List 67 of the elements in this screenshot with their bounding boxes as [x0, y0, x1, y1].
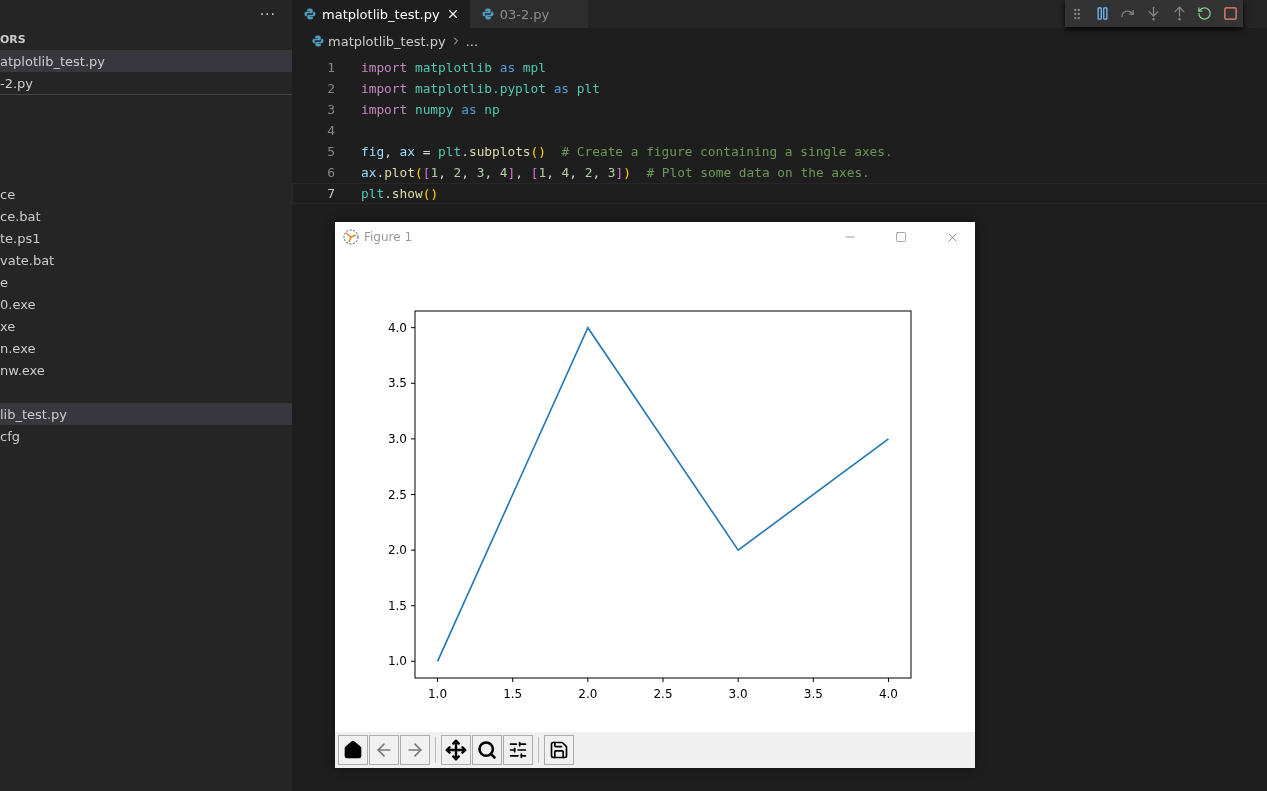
code-line: import matplotlib as mpl: [361, 60, 546, 75]
tick-label: 1.0: [428, 687, 448, 701]
file-item[interactable]: vate.bat: [0, 249, 292, 271]
python-file-icon: [312, 35, 324, 47]
file-item[interactable]: nw.exe: [0, 359, 292, 381]
restart-icon[interactable]: [1197, 6, 1213, 21]
code-line: import numpy as np: [361, 102, 500, 117]
window-title: Figure 1: [364, 230, 414, 244]
breadcrumb-file[interactable]: matplotlib_test.py: [328, 33, 446, 49]
line-number: 1: [326, 60, 336, 75]
tick-label: 2.0: [387, 543, 407, 558]
zoom-button[interactable]: [472, 735, 502, 765]
figure-app-icon: [343, 229, 359, 245]
line-number: 4: [326, 123, 336, 138]
configure-button[interactable]: [503, 735, 533, 765]
stop-icon[interactable]: [1222, 6, 1238, 21]
move-arrows-icon: [445, 739, 467, 761]
tick-label: 3.0: [387, 431, 407, 446]
more-actions[interactable]: ···: [259, 6, 276, 22]
open-editor-item[interactable]: -2.py: [0, 72, 292, 94]
tick-label: 1.0: [387, 654, 407, 669]
python-file-icon: [481, 8, 494, 20]
tick-label: 4.0: [878, 687, 898, 701]
tick-label: 2.5: [653, 687, 673, 701]
file-item[interactable]: n.exe: [0, 337, 292, 359]
file-item[interactable]: 0.exe: [0, 293, 292, 315]
line-number: 5: [326, 144, 336, 159]
tick-label: 3.5: [387, 376, 407, 391]
file-item[interactable]: lib_test.py: [0, 403, 292, 425]
breadcrumb-more[interactable]: ...: [465, 33, 479, 49]
section-title: ORS: [0, 31, 27, 48]
file-item[interactable]: ce: [0, 183, 292, 205]
maximize-icon[interactable]: [895, 231, 907, 243]
step-out-icon[interactable]: [1171, 6, 1187, 21]
file-item[interactable]: xe: [0, 315, 292, 337]
search-icon: [477, 740, 497, 760]
tick-label: 3.5: [803, 687, 823, 701]
tick-label: 3.0: [728, 687, 748, 701]
pause-icon[interactable]: [1094, 6, 1110, 21]
python-file-icon: [304, 8, 316, 20]
tick-label: 2.5: [387, 487, 407, 502]
home-button[interactable]: [338, 735, 368, 765]
tick-label: 1.5: [387, 598, 407, 613]
pan-button[interactable]: [441, 735, 471, 765]
line-number: 6: [326, 165, 336, 180]
code-line: ax.plot([1, 2, 3, 4], [1, 4, 2, 3]) # Plot some data on the axes.: [361, 165, 870, 180]
save-button[interactable]: [544, 735, 574, 765]
open-editor-item[interactable]: atplotlib_test.py: [0, 50, 292, 72]
editor-tab[interactable]: 03-2.py: [469, 0, 588, 28]
tick-label: 4.0: [387, 320, 407, 335]
forward-button[interactable]: [400, 735, 430, 765]
home-icon: [343, 740, 363, 760]
tick-label: 2.0: [578, 687, 598, 701]
file-item[interactable]: e: [0, 271, 292, 293]
code-line: plt.show(): [361, 186, 439, 201]
line-number: 2: [326, 81, 336, 96]
tick-label: 1.5: [503, 687, 523, 701]
code-line: fig, ax = plt.subplots() # Create a figure containing a single axes.: [361, 144, 893, 159]
code-line: import matplotlib.pyplot as plt: [361, 81, 600, 96]
file-item[interactable]: cfg: [0, 425, 292, 447]
sliders-icon: [508, 740, 528, 760]
line-number: 3: [326, 102, 336, 117]
step-into-icon[interactable]: [1145, 6, 1161, 21]
editor-tab[interactable]: matplotlib_test.py: [292, 0, 470, 28]
line-number: 7: [326, 186, 336, 201]
file-item[interactable]: te.ps1: [0, 227, 292, 249]
file-item[interactable]: ce.bat: [0, 205, 292, 227]
